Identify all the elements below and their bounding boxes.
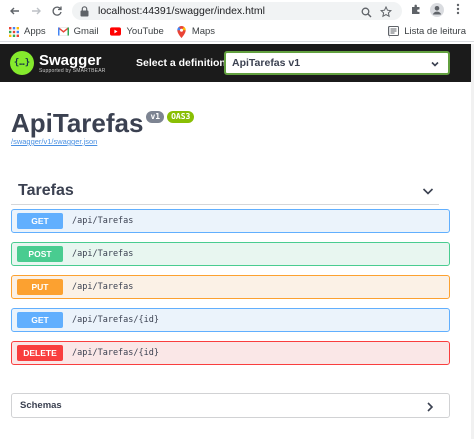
- operation-post-tarefas[interactable]: POST /api/Tarefas: [11, 242, 450, 266]
- operation-path: /api/Tarefas: [72, 216, 134, 226]
- bookmark-star-icon[interactable]: [379, 5, 393, 23]
- youtube-icon: [110, 26, 122, 37]
- kebab-menu-icon: [456, 3, 460, 15]
- chevron-down-icon[interactable]: [421, 184, 435, 203]
- browser-toolbar: localhost:44391/swagger/index.html: [0, 0, 474, 22]
- forward-button[interactable]: [27, 2, 45, 20]
- operation-path: /api/Tarefas: [72, 249, 134, 259]
- reading-list-icon: [388, 26, 400, 37]
- swagger-logo[interactable]: {…} Swagger Supported by SMARTBEAR: [10, 51, 106, 75]
- operation-get-tarefas[interactable]: GET /api/Tarefas: [11, 209, 450, 233]
- logo-name: Swagger: [39, 51, 102, 69]
- method-badge: POST: [17, 246, 63, 262]
- chevron-right-icon[interactable]: [424, 400, 436, 418]
- puzzle-icon: [412, 4, 420, 14]
- avatar-icon: [430, 3, 444, 17]
- reload-button[interactable]: [48, 2, 66, 20]
- maps-icon: [176, 25, 187, 38]
- arrow-right-icon: [32, 7, 41, 15]
- operation-get-tarefa-by-id[interactable]: GET /api/Tarefas/{id}: [11, 308, 450, 332]
- operation-delete-tarefa-by-id[interactable]: DELETE /api/Tarefas/{id}: [11, 341, 450, 365]
- schemas-label: Schemas: [20, 400, 62, 411]
- back-button[interactable]: [6, 2, 24, 20]
- bookmarks-bar: Apps Gmail YouTube Maps Lista de leitura: [0, 22, 474, 42]
- api-title-row: ApiTarefas v1 OAS3: [11, 108, 195, 138]
- browser-window: localhost:44391/swagger/index.html Apps …: [0, 0, 474, 439]
- definition-label: Select a definition: [136, 57, 226, 69]
- reading-list-label: Lista de leitura: [404, 26, 466, 37]
- method-badge: GET: [17, 312, 63, 328]
- reload-icon: [52, 6, 62, 16]
- chevron-down-icon: [430, 59, 440, 72]
- lock-icon: [80, 5, 92, 17]
- version-badge: v1: [146, 111, 165, 123]
- page-title: ApiTarefas: [11, 108, 144, 138]
- schemas-section[interactable]: Schemas: [11, 393, 450, 418]
- address-bar[interactable]: localhost:44391/swagger/index.html: [72, 2, 402, 20]
- bookmark-label: Maps: [191, 26, 216, 37]
- bookmark-gmail[interactable]: Gmail: [57, 26, 99, 37]
- bookmark-maps[interactable]: Maps: [176, 25, 216, 38]
- operation-put-tarefas[interactable]: PUT /api/Tarefas: [11, 275, 450, 299]
- operation-path: /api/Tarefas/{id}: [72, 348, 159, 358]
- swagger-logo-icon: {…}: [10, 51, 34, 75]
- bookmark-label: YouTube: [126, 26, 164, 37]
- bookmark-apps[interactable]: Apps: [8, 26, 46, 37]
- method-badge: PUT: [17, 279, 63, 295]
- operation-path: /api/Tarefas/{id}: [72, 315, 159, 325]
- apps-grid-icon: [8, 26, 19, 37]
- profile-avatar[interactable]: [430, 3, 444, 17]
- oas-badge: OAS3: [167, 111, 195, 123]
- tag-section-header[interactable]: Tarefas: [11, 178, 439, 205]
- logo-subtitle: Supported by SMARTBEAR: [39, 67, 106, 74]
- bookmark-label: Gmail: [73, 26, 99, 37]
- bookmark-label: Apps: [24, 26, 46, 37]
- operation-path: /api/Tarefas: [72, 282, 134, 292]
- swagger-topbar: {…} Swagger Supported by SMARTBEAR Selec…: [0, 44, 474, 82]
- spec-json-link[interactable]: /swagger/v1/swagger.json: [11, 137, 97, 146]
- zoom-search-icon[interactable]: [361, 5, 372, 23]
- tag-name: Tarefas: [18, 182, 74, 199]
- method-badge: DELETE: [17, 345, 63, 361]
- url-text: localhost:44391/swagger/index.html: [98, 5, 265, 17]
- gmail-icon: [57, 26, 69, 37]
- bookmark-youtube[interactable]: YouTube: [110, 26, 164, 37]
- arrow-left-icon: [10, 7, 19, 15]
- method-badge: GET: [17, 213, 63, 229]
- browser-menu-button[interactable]: [456, 3, 460, 15]
- extensions-button[interactable]: [410, 3, 422, 15]
- definition-selected-value: ApiTarefas v1: [232, 57, 301, 69]
- reading-list-button[interactable]: Lista de leitura: [388, 26, 466, 37]
- definition-select[interactable]: ApiTarefas v1: [224, 51, 450, 75]
